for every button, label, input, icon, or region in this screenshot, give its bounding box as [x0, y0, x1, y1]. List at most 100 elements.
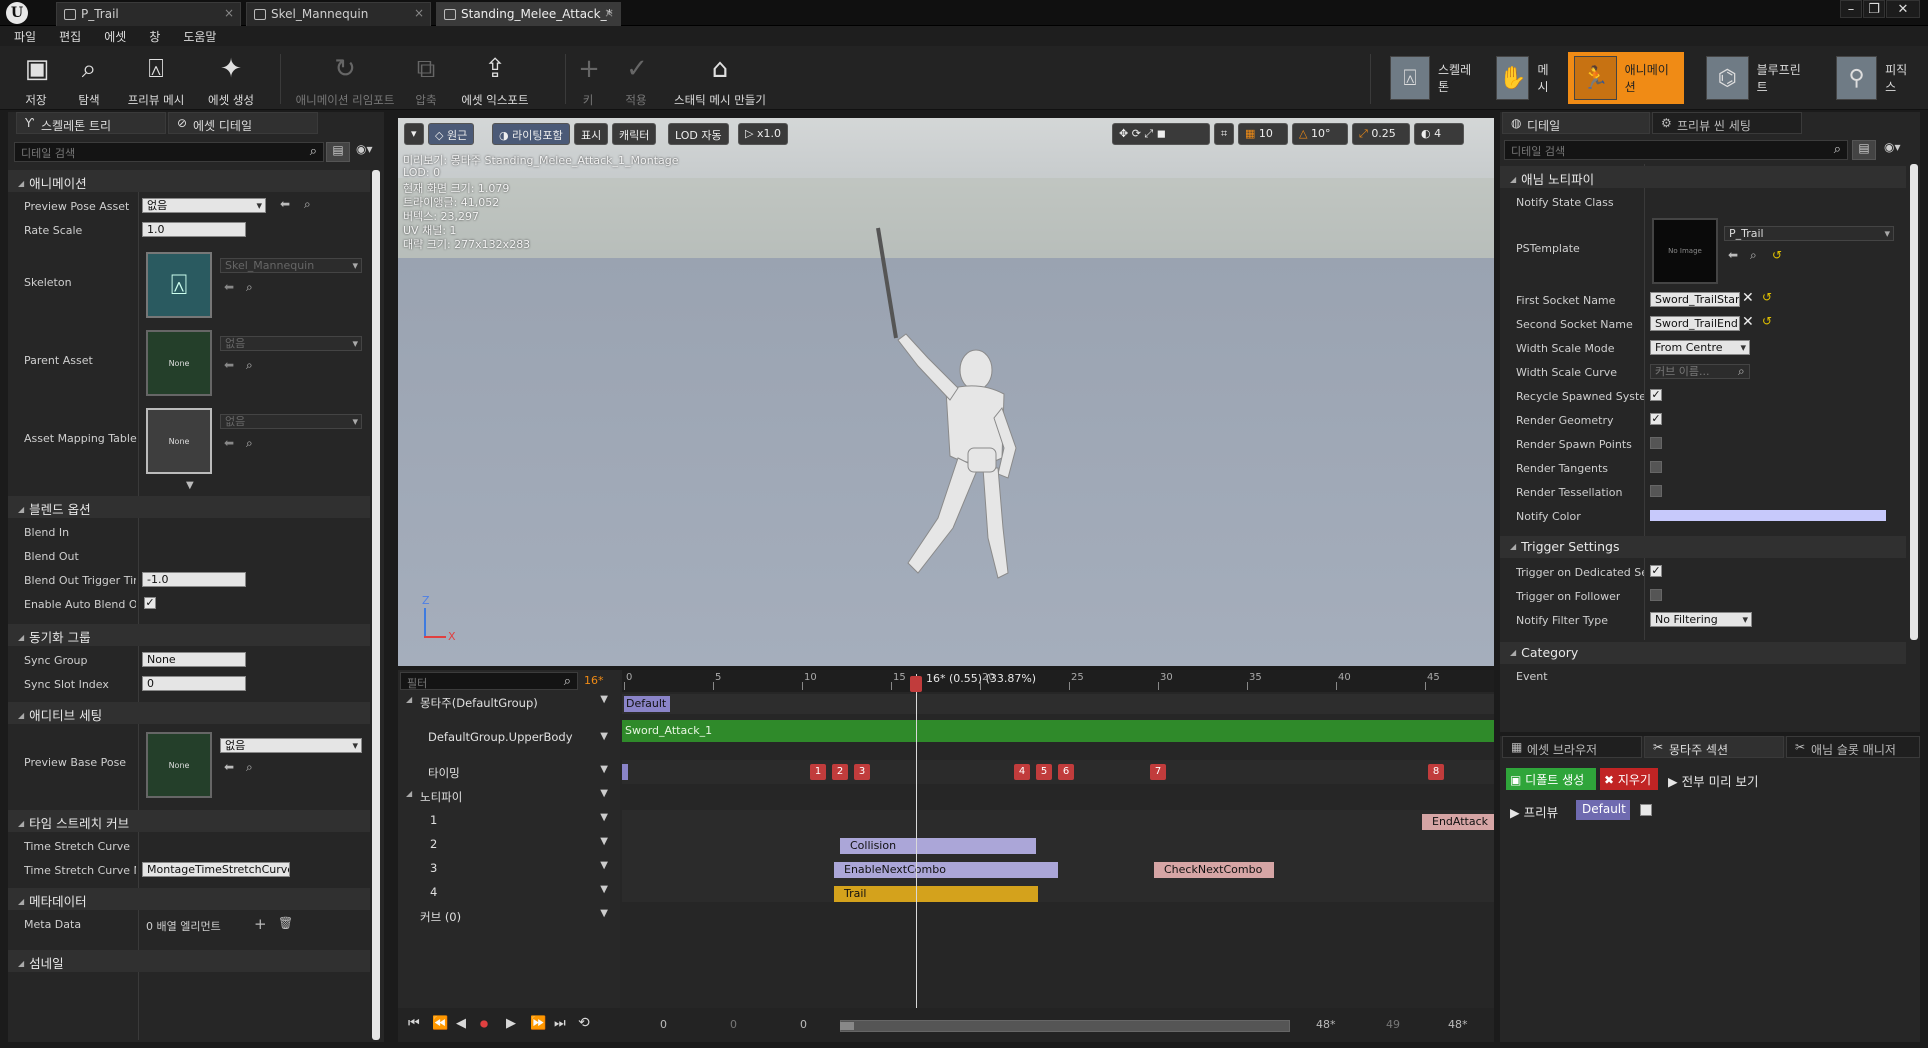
category-thumbnail[interactable]: 섬네일	[8, 950, 370, 972]
step-forward-icon[interactable]: ⏩	[530, 1016, 546, 1031]
toolbar-button-reimport[interactable]: ↻ 애니메이션 리임포트	[290, 50, 400, 108]
visibility-eye-icon[interactable]: ◉▾	[356, 142, 373, 156]
toolbar-button-save[interactable]: ▣ 저장	[18, 50, 54, 108]
view-options-icon[interactable]: ▤	[1852, 140, 1876, 160]
grid-snap-toggle[interactable]: ▦ 10	[1238, 123, 1288, 145]
transform-tools[interactable]: ✥ ⟳ ⤢ ◼	[1112, 123, 1210, 145]
maximize-icon[interactable]: ❐	[1863, 0, 1885, 18]
notify-enable-next-combo[interactable]: EnableNextCombo	[834, 862, 1058, 878]
character-button[interactable]: 캐릭터	[612, 123, 657, 145]
delete-trash-icon[interactable]: 🗑	[278, 916, 293, 930]
track-notify-3[interactable]: 3 ▼	[398, 858, 620, 880]
sync-group-input[interactable]: None	[142, 652, 246, 667]
menu-file[interactable]: 파일	[0, 26, 45, 45]
notify-check-next-combo[interactable]: CheckNextCombo	[1154, 862, 1274, 878]
browse-search-icon[interactable]: ⌕	[246, 760, 253, 775]
add-element-icon[interactable]: +	[254, 915, 267, 933]
view-range-start[interactable]: 0	[800, 1018, 807, 1031]
tab-preview-scene-settings[interactable]: ⚙ 프리뷰 씬 세팅	[1652, 112, 1802, 134]
category-blend-options[interactable]: 블렌드 옵션	[8, 496, 370, 518]
chevron-down-icon[interactable]: ▼	[600, 884, 608, 895]
reset-to-default-icon[interactable]: ↺	[1762, 314, 1772, 328]
show-button[interactable]: 표시	[574, 123, 609, 145]
visibility-eye-icon[interactable]: ◉▾	[1884, 140, 1901, 154]
render-tessellation-checkbox[interactable]	[1650, 485, 1662, 497]
width-scale-curve-input[interactable]: 커브 이름...	[1650, 364, 1750, 379]
row-blend-in[interactable]: Blend In	[8, 522, 370, 542]
mode-button-1[interactable]: ✋ 메시	[1490, 52, 1560, 104]
timing-marker[interactable]: 1	[810, 764, 826, 780]
menu-window[interactable]: 창	[135, 26, 169, 45]
reset-to-default-icon[interactable]: ↺	[1772, 248, 1782, 262]
chevron-down-icon[interactable]: ▼	[600, 788, 608, 799]
timing-marker[interactable]: 7	[1150, 764, 1166, 780]
section-loop-checkbox[interactable]	[1640, 804, 1652, 816]
timing-marker[interactable]: 4	[1014, 764, 1030, 780]
view-start[interactable]: 0	[730, 1018, 737, 1031]
lighting-mode-button[interactable]: ◑ 라이팅포함	[492, 123, 570, 145]
jump-to-end-icon[interactable]: ⏭	[554, 1016, 566, 1031]
chevron-down-icon[interactable]: ▼	[600, 860, 608, 871]
minimize-icon[interactable]: –	[1840, 0, 1862, 18]
toolbar-button-preview-mesh[interactable]: ⍓ 프리뷰 메시	[116, 50, 196, 108]
scrollbar[interactable]	[372, 170, 380, 1040]
time-ruler[interactable]: 0 5 10 15 20 25 30 35 40 45	[622, 670, 1494, 692]
surface-snap-icon[interactable]: ⌗	[1214, 123, 1234, 145]
section-default-chip[interactable]: Default	[1576, 800, 1630, 820]
auto-blend-out-checkbox[interactable]: ✓	[144, 597, 156, 609]
category-additive-settings[interactable]: 애디티브 세팅	[8, 702, 370, 724]
chevron-down-icon[interactable]: ▼	[600, 694, 608, 705]
reset-to-default-icon[interactable]: ↺	[1762, 290, 1772, 304]
playhead-handle[interactable]	[910, 676, 922, 692]
view-options-icon[interactable]: ▤	[326, 142, 350, 162]
timing-marker[interactable]: 2	[832, 764, 848, 780]
close-window-icon[interactable]: ✕	[1886, 0, 1920, 18]
toolbar-button-create-asset[interactable]: ✦ 에셋 생성	[198, 50, 264, 108]
close-icon[interactable]: ×	[604, 6, 614, 20]
loop-icon[interactable]: ⟲	[578, 1015, 590, 1031]
skeleton-combo[interactable]: Skel_Mannequin	[220, 258, 362, 273]
range-start[interactable]: 0	[660, 1018, 667, 1031]
doc-tab-montage[interactable]: Standing_Melee_Attack_* ×	[436, 2, 621, 26]
playhead-line[interactable]	[916, 674, 917, 1012]
parent-asset-combo[interactable]: 없음	[220, 336, 362, 351]
play-reverse-icon[interactable]: ◀	[456, 1016, 466, 1031]
preview-viewport[interactable]: ▾ ◇ 원근 ◑ 라이팅포함 표시 캐릭터 LOD 자동 ▷ x1.0 ✥ ⟳ …	[398, 118, 1494, 666]
clear-x-icon[interactable]: ✕	[1742, 290, 1754, 306]
track-montage[interactable]: ◢ 몽타주(DefaultGroup) ▼	[398, 692, 620, 714]
timing-marker[interactable]: 3	[854, 764, 870, 780]
width-scale-mode-combo[interactable]: From Centre	[1650, 340, 1750, 355]
camera-speed-button[interactable]: ◐ 4	[1414, 123, 1464, 145]
use-selected-arrow-icon[interactable]: ⬅	[224, 280, 234, 294]
details-search-input[interactable]: 디테일 검색 ⌕	[1504, 140, 1848, 160]
jump-to-start-icon[interactable]: ⏮	[408, 1016, 420, 1031]
doc-tab-p-trail[interactable]: P_Trail ×	[56, 2, 241, 26]
category-time-stretch-curve[interactable]: 타임 스트레치 커브	[8, 810, 370, 832]
track-curves[interactable]: 커브 (0) ▼	[398, 906, 620, 928]
chevron-down-icon[interactable]: ▼	[600, 764, 608, 775]
asset-mapping-combo[interactable]: 없음	[220, 414, 362, 429]
view-end[interactable]: 49	[1386, 1018, 1400, 1031]
scrollbar[interactable]	[1910, 164, 1918, 640]
notify-filter-combo[interactable]: No Filtering	[1650, 612, 1752, 627]
recycle-checkbox[interactable]: ✓	[1650, 389, 1662, 401]
tab-details[interactable]: ◍ 디테일	[1502, 112, 1650, 134]
notify-color-swatch[interactable]	[1650, 510, 1886, 521]
tab-montage-sections[interactable]: ✂ 몽타주 섹션	[1644, 736, 1784, 758]
close-icon[interactable]: ×	[414, 6, 424, 20]
render-spawn-points-checkbox[interactable]	[1650, 437, 1662, 449]
mode-button-3[interactable]: ⌬ 블루프린트	[1700, 52, 1816, 104]
use-selected-arrow-icon[interactable]: ⬅	[1728, 248, 1738, 262]
browse-search-icon[interactable]: ⌕	[1750, 248, 1757, 263]
view-range-end[interactable]: 48*	[1316, 1018, 1336, 1031]
chevron-down-icon[interactable]: ▼	[600, 908, 608, 919]
use-selected-arrow-icon[interactable]: ⬅	[224, 760, 234, 774]
viewport-options-dropdown[interactable]: ▾	[404, 123, 424, 145]
row-event[interactable]: Event	[1500, 666, 1906, 686]
browse-search-icon[interactable]: ⌕	[304, 197, 311, 212]
preview-button[interactable]: ▶ 프리뷰	[1510, 802, 1558, 822]
browse-search-icon[interactable]: ⌕	[246, 280, 253, 295]
category-sync-group[interactable]: 동기화 그룹	[8, 624, 370, 646]
track-notify-2[interactable]: 2 ▼	[398, 834, 620, 856]
close-icon[interactable]: ×	[224, 6, 234, 20]
